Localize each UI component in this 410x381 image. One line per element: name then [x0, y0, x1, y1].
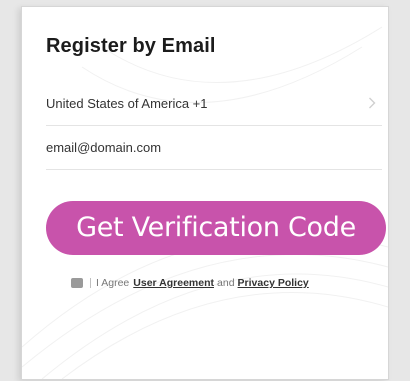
- page-title: Register by Email: [46, 35, 216, 57]
- and-text: and: [217, 277, 235, 289]
- user-agreement-link[interactable]: User Agreement: [133, 277, 214, 289]
- privacy-policy-link[interactable]: Privacy Policy: [238, 277, 309, 289]
- country-selector[interactable]: United States of America +1: [46, 85, 382, 126]
- email-placeholder: email@domain.com: [46, 140, 162, 155]
- checkbox-icon[interactable]: [71, 278, 83, 288]
- divider: [90, 278, 91, 288]
- get-verification-code-button[interactable]: Get Verification Code: [46, 201, 386, 255]
- country-value: United States of America +1: [46, 96, 208, 111]
- background-wave-pattern: [22, 26, 388, 379]
- page: Register by Email United States of Ameri…: [0, 0, 410, 381]
- agreement-row: I Agree User Agreement and Privacy Polic…: [71, 277, 309, 289]
- chevron-right-icon: [369, 97, 376, 109]
- agree-prefix-text: I Agree: [96, 277, 130, 289]
- register-card: Register by Email United States of Ameri…: [21, 6, 389, 380]
- email-field[interactable]: email@domain.com: [46, 129, 382, 170]
